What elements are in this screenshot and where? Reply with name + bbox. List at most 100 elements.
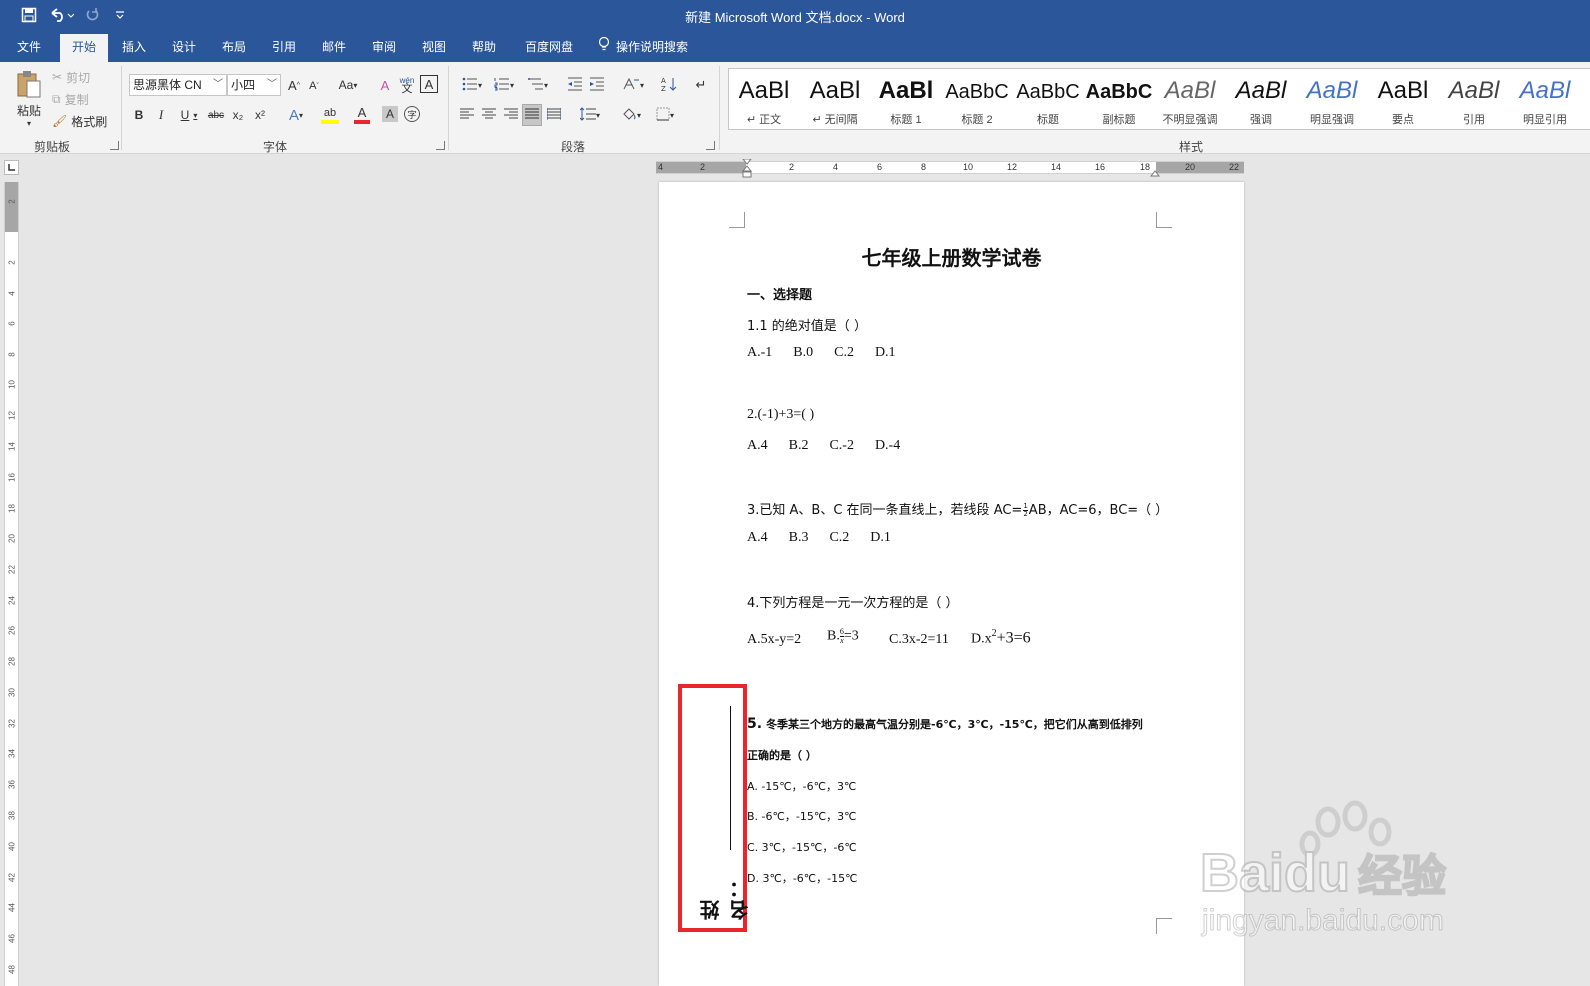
tab-design[interactable]: 设计 [162, 34, 206, 62]
divider [719, 66, 720, 150]
ruler-tick: 10 [7, 380, 17, 389]
name-text-box[interactable]: 姓名： [678, 684, 752, 932]
bold-button[interactable]: B [131, 105, 147, 125]
align-center-button[interactable] [480, 106, 498, 124]
numbering-button[interactable]: ▾ [490, 75, 518, 95]
phonetic-guide-button[interactable]: wén 文 [398, 73, 416, 97]
tab-view[interactable]: 视图 [412, 34, 456, 62]
shading-button[interactable]: ▾ [616, 106, 646, 124]
svg-text:A: A [661, 77, 666, 85]
style-quote[interactable]: AaBl 引用 [1439, 69, 1509, 129]
style-no-spacing[interactable]: AaBl ↵ 无间隔 [800, 69, 870, 129]
style-name: 明显强调 [1310, 114, 1354, 126]
margin-corner [729, 212, 745, 228]
superscript-button[interactable]: x² [252, 105, 268, 125]
tab-review[interactable]: 审阅 [362, 34, 406, 62]
paragraph-launcher-icon[interactable] [706, 141, 715, 150]
grow-font-icon: A [288, 77, 297, 93]
style-subtitle[interactable]: AaBbC 副标题 [1084, 69, 1154, 129]
clipboard-launcher-icon[interactable] [110, 141, 119, 150]
strikethrough-button[interactable]: abc [206, 105, 226, 125]
align-right-button[interactable] [502, 106, 520, 124]
vertical-ruler[interactable]: 2 2 4 6 8 10 12 14 16 18 20 22 24 26 28 … [4, 182, 19, 986]
text-effects-button[interactable]: A ▾ [282, 104, 310, 126]
style-emphasis[interactable]: AaBl 强调 [1226, 69, 1296, 129]
borders-button[interactable]: ▾ [650, 106, 680, 124]
clear-formatting-button[interactable]: A [376, 75, 394, 95]
superscript-icon: x² [255, 108, 265, 122]
copy-icon: ⧉ [52, 91, 61, 106]
increase-indent-icon [589, 77, 605, 94]
ruler-tick: 16 [1095, 162, 1106, 172]
tab-home[interactable]: 开始 [60, 34, 108, 62]
subscript-button[interactable]: x₂ [230, 105, 246, 125]
chinese-layout-button[interactable]: ▾ [618, 75, 648, 95]
style-name: 标题 [1037, 114, 1059, 126]
font-family-select[interactable]: 思源黑体 CN ﹀ [129, 74, 227, 96]
tab-help[interactable]: 帮助 [462, 34, 506, 62]
change-case-button[interactable]: Aa ▾ [334, 75, 362, 95]
underline-button[interactable]: U ▾ [175, 105, 203, 125]
bullet-list-icon [462, 77, 478, 94]
horizontal-ruler[interactable]: 4 2 2 4 6 8 10 12 14 16 18 20 22 [656, 158, 1244, 178]
increase-indent-button[interactable] [588, 75, 606, 95]
tab-file[interactable]: 文件 [6, 34, 52, 62]
style-name: 明显引用 [1523, 114, 1567, 126]
ruler-tick: 2 [7, 260, 17, 265]
italic-button[interactable]: I [153, 105, 169, 125]
character-border-icon: A [424, 76, 434, 92]
decrease-indent-button[interactable] [566, 75, 584, 95]
font-color-button[interactable]: A [348, 104, 376, 126]
numbered-list-icon [494, 77, 510, 94]
cut-button[interactable]: ✂ 剪切 [52, 68, 90, 86]
indent-marker[interactable] [741, 158, 753, 182]
tab-baidu-netdisk[interactable]: 百度网盘 [516, 34, 582, 62]
shrink-font-button[interactable]: Aˇ [307, 77, 321, 95]
sort-button[interactable]: AZ [660, 75, 678, 95]
distributed-button[interactable] [545, 106, 563, 124]
style-sample: AaBl [1377, 77, 1429, 104]
font-launcher-icon[interactable] [436, 141, 445, 150]
enclose-characters-button[interactable]: 字 [404, 106, 420, 122]
tab-layout[interactable]: 布局 [212, 34, 256, 62]
paste-button[interactable]: 粘贴 ▾ [12, 68, 46, 128]
right-indent-marker[interactable] [1149, 166, 1161, 180]
tell-me-search[interactable]: 操作说明搜索 [598, 34, 708, 62]
format-painter-button[interactable]: 🖌 格式刷 [52, 112, 107, 130]
copy-button[interactable]: ⧉ 复制 [52, 90, 89, 108]
clipboard-group-label: 剪贴板 [33, 140, 70, 154]
show-marks-button[interactable]: ↵ [692, 75, 710, 95]
justify-button[interactable] [522, 104, 542, 126]
style-name: 不明显强调 [1162, 114, 1218, 126]
bullets-button[interactable]: ▾ [458, 75, 486, 95]
align-left-button[interactable] [458, 106, 476, 124]
ruler-tick: 10 [963, 162, 974, 172]
line-spacing-button[interactable]: ▾ [576, 106, 604, 124]
paragraph-group-label: 段落 [560, 140, 585, 154]
font-group-label: 字体 [262, 140, 287, 154]
option-label: B. [827, 628, 840, 644]
highlight-button[interactable]: ab [314, 104, 346, 126]
tab-references[interactable]: 引用 [262, 34, 306, 62]
window-title: 新建 Microsoft Word 文档.docx - Word [685, 10, 905, 25]
style-title[interactable]: AaBbC 标题 [1013, 69, 1083, 129]
style-intense-emphasis[interactable]: AaBl 明显强调 [1297, 69, 1367, 129]
grow-font-button[interactable]: A ^ [286, 75, 302, 95]
style-heading-2[interactable]: AaBbC 标题 2 [942, 69, 1012, 129]
style-normal[interactable]: AaBl ↵ 正文 [729, 69, 799, 129]
tab-selector[interactable] [4, 160, 19, 175]
character-border-button[interactable]: A [420, 75, 438, 93]
style-intense-quote[interactable]: AaBl 明显引用 [1510, 69, 1580, 129]
question-4-option-a: A.5x-y=2 [747, 632, 802, 647]
tab-insert[interactable]: 插入 [112, 34, 156, 62]
style-strong[interactable]: AaBl 要点 [1368, 69, 1438, 129]
style-heading-1[interactable]: AaBl 标题 1 [871, 69, 941, 129]
tab-mailings[interactable]: 邮件 [312, 34, 356, 62]
style-subtle-emphasis[interactable]: AaBl 不明显强调 [1155, 69, 1225, 129]
watermark-brand-cn: 经验 [1357, 850, 1447, 903]
watermark: Baidu 经验 jingyan.baidu.com [1199, 800, 1500, 950]
character-shading-button[interactable]: A [382, 106, 398, 122]
multilevel-list-button[interactable]: ▾ [524, 75, 552, 95]
font-size-select[interactable]: 小四 ﹀ [227, 74, 281, 96]
ruler-tick: 18 [1140, 162, 1151, 172]
